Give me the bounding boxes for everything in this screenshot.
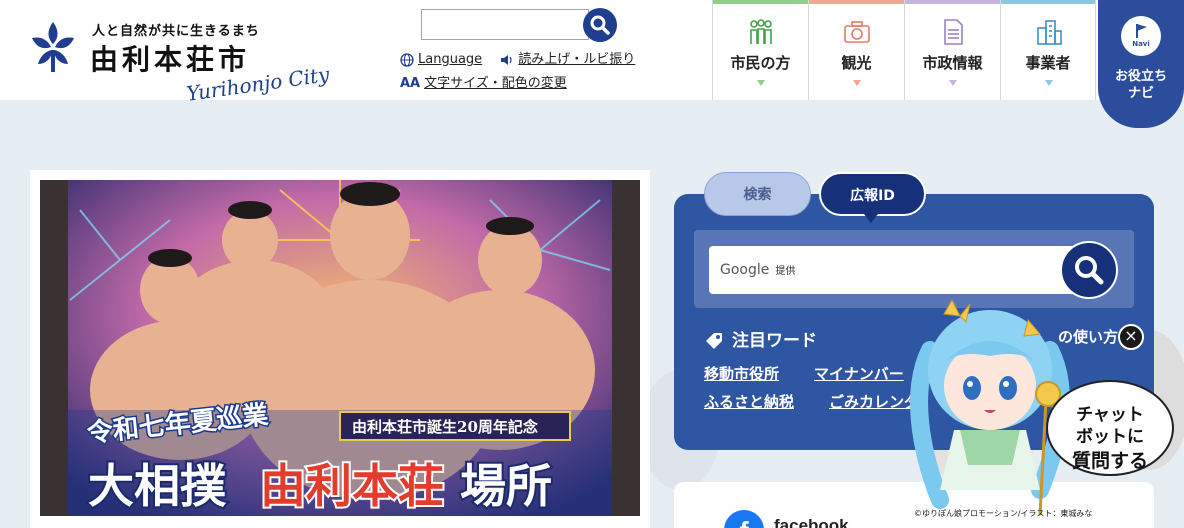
featured-keywords-title: 注目ワード bbox=[704, 326, 817, 351]
people-icon bbox=[750, 19, 772, 44]
site-logo[interactable]: 人と自然が共に生きるまち 由利本荘市 Yurihonjo City bbox=[28, 16, 331, 106]
search-icon bbox=[1075, 256, 1104, 285]
chevron-down-icon bbox=[853, 80, 861, 86]
city-emblem-icon bbox=[32, 22, 74, 72]
globe-icon bbox=[400, 52, 414, 67]
tab-koho-id[interactable]: 広報ID bbox=[819, 172, 926, 216]
chevron-down-icon bbox=[949, 80, 957, 86]
city-name-jp: 由利本荘市 bbox=[90, 43, 251, 76]
text-size-label: 文字サイズ・配色の変更 bbox=[424, 76, 567, 91]
language-label: Language bbox=[418, 52, 483, 67]
header-search-button[interactable] bbox=[583, 8, 617, 42]
chevron-down-icon bbox=[1045, 80, 1053, 86]
tag-icon bbox=[706, 333, 722, 349]
chatbot-text-line3: 質問する bbox=[1071, 450, 1148, 472]
banner-title-main-3: 場所 bbox=[460, 459, 552, 513]
chevron-down-icon bbox=[757, 80, 765, 86]
useful-navi-button[interactable]: Navi お役立ち ナビ bbox=[1098, 0, 1184, 128]
city-tagline: 人と自然が共に生きるまち bbox=[92, 24, 260, 39]
featured-keywords-label: 注目ワード bbox=[732, 331, 817, 351]
building-icon bbox=[1037, 20, 1062, 45]
search-icon bbox=[590, 15, 610, 35]
camera-icon bbox=[844, 21, 870, 43]
main-nav: 市民の方 観光 市政情報 事業者 bbox=[712, 0, 1096, 100]
nav-item-business[interactable]: 事業者 bbox=[1000, 0, 1096, 100]
nav-item-citizens[interactable]: 市民の方 bbox=[712, 0, 808, 100]
read-aloud-link[interactable]: 読み上げ・ルビ振り bbox=[500, 52, 635, 67]
navi-label-line2: ナビ bbox=[1127, 86, 1154, 101]
nav-label: 観光 bbox=[841, 54, 872, 72]
nav-bar bbox=[1001, 0, 1095, 4]
nav-label: 市民の方 bbox=[730, 54, 791, 72]
keyword-link[interactable]: ふるさと納税 bbox=[704, 391, 794, 412]
google-watermark: Google 提供 bbox=[720, 262, 795, 278]
nav-bar bbox=[713, 0, 808, 4]
nav-item-city-info[interactable]: 市政情報 bbox=[904, 0, 1000, 100]
chatbot-close-button[interactable]: × bbox=[1118, 324, 1144, 350]
read-aloud-label: 読み上げ・ルビ振り bbox=[518, 52, 636, 67]
sumo-event-banner[interactable]: 令和七年夏巡業 由利本荘市誕生20周年記念 大相撲 由利本荘 場所 bbox=[40, 180, 640, 516]
nav-label: 市政情報 bbox=[922, 54, 983, 72]
nav-item-tourism[interactable]: 観光 bbox=[808, 0, 904, 100]
facebook-label: facebook bbox=[774, 516, 849, 528]
header-search-input[interactable] bbox=[421, 9, 589, 40]
site-header: 人と自然が共に生きるまち 由利本荘市 Yurihonjo City Langua… bbox=[0, 0, 1184, 128]
text-size-link[interactable]: AA 文字サイズ・配色の変更 bbox=[400, 76, 567, 91]
header-search bbox=[421, 8, 619, 42]
keyword-link[interactable]: 移動市役所 bbox=[704, 363, 779, 384]
active-tab-pointer bbox=[864, 214, 878, 223]
document-icon bbox=[944, 19, 963, 45]
utility-row-2: AA 文字サイズ・配色の変更 bbox=[400, 72, 567, 91]
banner-image: 令和七年夏巡業 由利本荘市誕生20周年記念 大相撲 由利本荘 場所 bbox=[40, 180, 640, 516]
navi-badge-text: Navi bbox=[1132, 40, 1150, 48]
text-size-icon: AA bbox=[400, 76, 421, 91]
google-label: Google bbox=[720, 262, 770, 278]
keyword-link[interactable]: マイナンバー bbox=[814, 363, 904, 384]
flag-icon bbox=[1136, 24, 1147, 38]
banner-ribbon: 由利本荘市誕生20周年記念 bbox=[352, 418, 538, 436]
nav-bar bbox=[905, 0, 1000, 4]
banner-title-main-2: 由利本荘 bbox=[260, 459, 444, 513]
tab-search[interactable]: 検索 bbox=[704, 172, 811, 216]
nav-bar bbox=[809, 0, 904, 4]
illustration-credit: ©ゆりぽん娘プロモーション/イラスト：東城みな bbox=[914, 509, 1093, 518]
chatbot-text-line2: ボットに bbox=[1076, 427, 1144, 447]
utility-row-1: Language 読み上げ・ルビ振り bbox=[400, 48, 635, 67]
nav-label: 事業者 bbox=[1025, 54, 1071, 72]
language-link[interactable]: Language bbox=[400, 52, 486, 67]
speaker-icon bbox=[501, 54, 512, 65]
navi-badge: Navi bbox=[1121, 16, 1161, 56]
google-provided-label: 提供 bbox=[775, 266, 796, 277]
banner-title-main-1: 大相撲 bbox=[88, 459, 227, 513]
